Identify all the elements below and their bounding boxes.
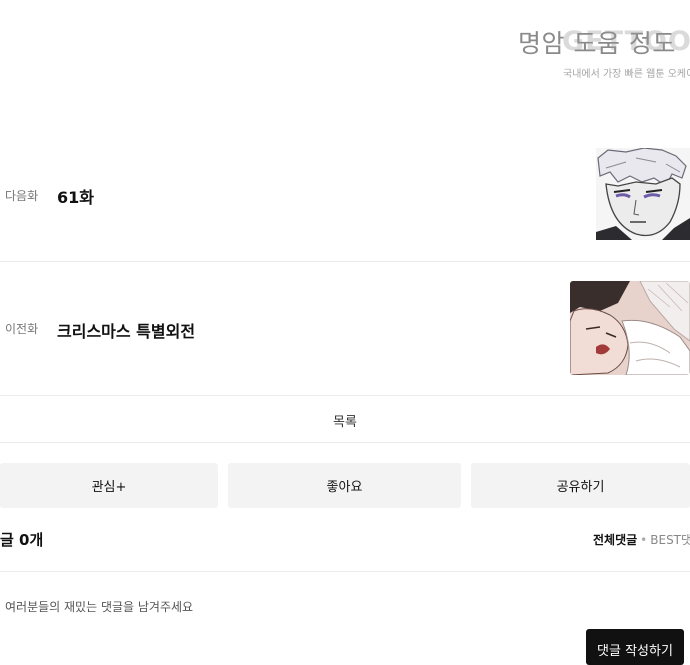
next-episode-label: 다음화 bbox=[5, 189, 39, 203]
tab-all-comments[interactable]: 전체댓글 bbox=[593, 533, 637, 547]
prev-episode-link[interactable]: 이전화 크리스마스 특별외전 bbox=[0, 262, 690, 396]
tab-best-comments[interactable]: BEST댓 bbox=[650, 533, 690, 547]
episode-list-label: 목록 bbox=[333, 415, 357, 430]
next-episode-title: 61화 bbox=[57, 188, 94, 207]
subscribe-button-label: 관심+ bbox=[91, 480, 127, 495]
comment-sort-tabs: 전체댓글 • BEST댓 bbox=[593, 531, 690, 548]
next-episode-link[interactable]: 다음화 61화 bbox=[0, 130, 690, 262]
share-button-label: 공유하기 bbox=[556, 480, 605, 495]
tab-separator: • bbox=[640, 533, 648, 547]
write-comment-button-label: 댓글 작성하기 bbox=[597, 644, 673, 659]
prev-episode-thumbnail[interactable] bbox=[570, 281, 690, 375]
share-button[interactable]: 공유하기 bbox=[471, 463, 690, 508]
comment-divider bbox=[0, 571, 690, 572]
like-button[interactable]: 좋아요 bbox=[228, 463, 461, 508]
prev-episode-thumbnail-image bbox=[570, 281, 690, 375]
site-logo-watermark: GETTOON bbox=[562, 26, 690, 57]
comment-count: 글 0개 bbox=[0, 531, 44, 549]
episode-list-button[interactable]: 목록 bbox=[0, 396, 690, 443]
next-episode-thumbnail-image bbox=[596, 148, 690, 240]
prev-episode-label: 이전화 bbox=[5, 322, 39, 336]
comment-input[interactable]: 여러분들의 재밌는 댓글을 남겨주세요 bbox=[5, 598, 193, 615]
write-comment-button[interactable]: 댓글 작성하기 bbox=[586, 629, 684, 665]
prev-episode-title: 크리스마스 특별외전 bbox=[57, 322, 196, 341]
site-subtitle: 국내에서 가장 빠른 웹툰 오케이 bbox=[563, 69, 690, 80]
next-episode-thumbnail[interactable] bbox=[596, 148, 690, 240]
subscribe-button[interactable]: 관심+ bbox=[0, 463, 218, 508]
like-button-label: 좋아요 bbox=[326, 480, 363, 495]
